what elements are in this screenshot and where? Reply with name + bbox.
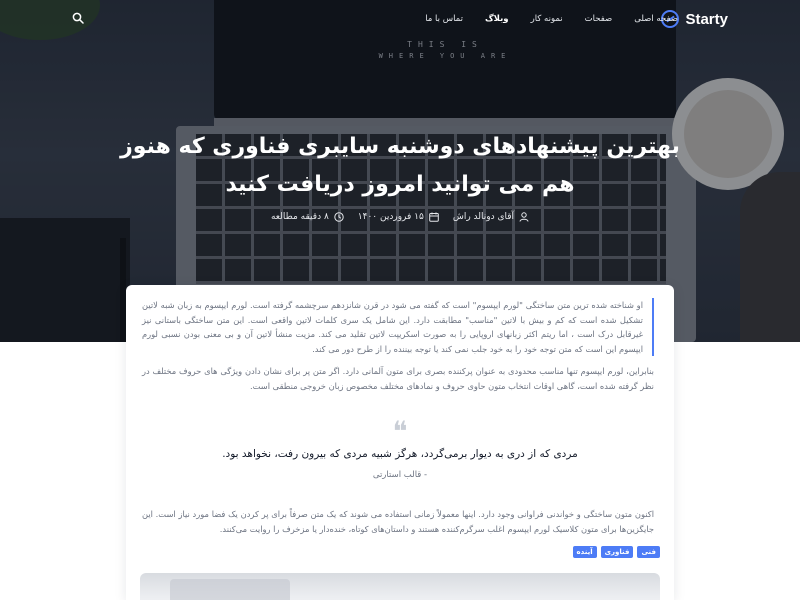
post-title-container: بهترین پیشنهادهای دوشنبه سایبری فناوری ک… [120,128,680,204]
tag-future[interactable]: آینده [572,546,597,558]
menu-item-contact[interactable]: تماس با ما [425,14,463,24]
meta-read-time: ۸ دقیقه مطالعه [271,212,344,222]
meta-read-time-text: ۸ دقیقه مطالعه [270,212,329,222]
quote-icon: ❝ [392,415,408,448]
search-icon[interactable] [72,12,84,24]
menu-item-home[interactable]: صفحه اصلی [634,14,678,24]
menu-item-portfolio[interactable]: نمونه کار [531,14,563,24]
meta-date: ۱۵ فروردین ۱۴۰۰ [358,212,439,222]
menu-item-blog[interactable]: وبلاگ [485,14,509,24]
tag-technical[interactable]: فنی [637,546,660,558]
calendar-icon [429,212,439,222]
article-paragraph-2: بنابراین، لورم ایپسوم تنها مناسب محدودی … [142,366,654,391]
article-image [140,573,660,600]
post-title: بهترین پیشنهادهای دوشنبه سایبری فناوری ک… [120,134,680,197]
article-card: او شناخته شده ترین متن ساختگی "لورم ایپس… [126,285,674,600]
meta-author-name: آقای دونالد راش [452,212,515,222]
menu-item-pages[interactable]: صفحات [585,14,613,24]
blockquote-author: - قالب استارتی [372,470,428,480]
blockquote-text: مردی که از دری به دیوار برمی‌گردد، هرگز … [222,448,578,460]
meta-date-text: ۱۵ فروردین ۱۴۰۰ [357,212,424,222]
meta-author[interactable]: آقای دونالد راش [453,212,529,222]
article-paragraph-3: اکنون متون ساختگی و خواندنی فراوانی وجود… [142,509,654,534]
post-meta: آقای دونالد راش ۱۵ فروردین ۱۴۰۰ ۸ دقیقه … [0,212,800,222]
clock-icon [334,212,344,222]
main-menu: صفحه اصلی صفحات نمونه کار وبلاگ تماس با … [425,14,678,24]
brand-name: Starty [685,10,728,28]
tag-technology[interactable]: فناوری [600,546,634,558]
post-tags: فنی فناوری آینده [572,546,660,558]
user-icon [519,212,529,222]
article-paragraph-1: او شناخته شده ترین متن ساختگی "لورم ایپس… [142,298,654,356]
navbar: Starty صفحه اصلی صفحات نمونه کار وبلاگ ت… [0,0,800,40]
